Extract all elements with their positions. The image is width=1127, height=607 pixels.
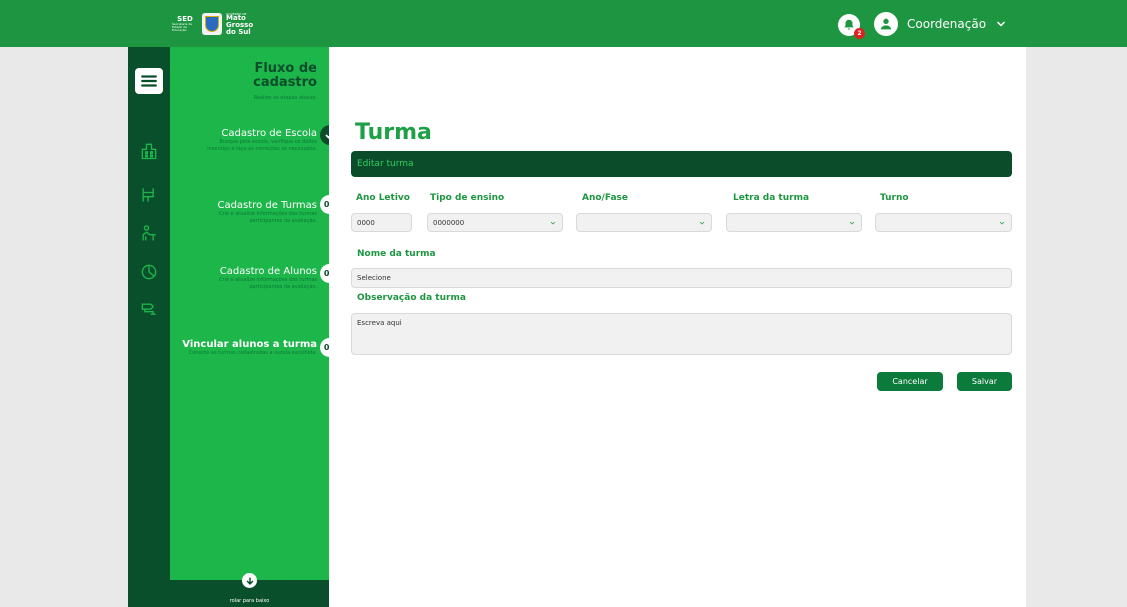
flow-subtitle: Realize as etapas abaixo. <box>253 95 317 101</box>
letra-turma-label: Letra da turma <box>733 193 810 203</box>
icon-rail <box>128 47 170 607</box>
chevron-down-icon <box>550 221 556 225</box>
ano-letivo-label: Ano Letivo <box>356 193 410 203</box>
chart-icon[interactable] <box>138 261 160 283</box>
menu-button[interactable] <box>135 68 163 94</box>
gov-name-text: Mato Grosso do Sul <box>226 14 254 36</box>
ano-letivo-input[interactable]: 0000 <box>351 213 412 232</box>
nome-turma-label: Nome da turma <box>357 249 436 259</box>
section-bar: Editar turma <box>351 151 1012 177</box>
school-icon[interactable] <box>138 140 160 162</box>
sed-logo: SED Secretaria de Estado de Educação <box>172 15 198 33</box>
nome-turma-input[interactable]: Selecione <box>351 268 1012 288</box>
save-button[interactable]: Salvar <box>957 372 1012 391</box>
ano-fase-select[interactable] <box>576 213 712 232</box>
chevron-down-icon <box>849 221 855 225</box>
sed-subtext: Secretaria de Estado de Educação <box>172 21 193 33</box>
step-alunos[interactable]: Cadastro de Alunos Crie e atualize infor… <box>187 266 317 291</box>
page-title: Turma <box>355 120 432 145</box>
nome-turma-value: Selecione <box>357 274 391 282</box>
chevron-down-icon <box>999 221 1005 225</box>
observacao-placeholder: Escreva aqui <box>357 319 402 327</box>
step-description: Conecte as turmas cadastradas a escola e… <box>188 350 317 356</box>
gov-logo: GOVERNO DE Mato Grosso do Sul <box>226 12 254 36</box>
user-menu[interactable]: Coordenação <box>874 12 1007 36</box>
tipo-ensino-label: Tipo de ensino <box>430 193 505 203</box>
user-icon <box>874 12 898 36</box>
step-turmas[interactable]: Cadastro de Turmas Crie e atualize infor… <box>187 200 317 225</box>
observacao-textarea[interactable]: Escreva aqui <box>351 313 1012 355</box>
notification-button[interactable]: 2 <box>838 14 865 39</box>
state-seal-icon <box>202 13 222 35</box>
observacao-label: Observação da turma <box>357 293 466 303</box>
scroll-label: rolar para baixo <box>229 598 270 604</box>
arrow-down-icon[interactable] <box>242 573 257 588</box>
ano-letivo-value: 0000 <box>357 218 375 227</box>
flow-panel: Fluxo de cadastro Realize as etapas abai… <box>170 47 329 607</box>
chevron-down-icon <box>997 21 1006 27</box>
menu-icon <box>141 75 157 87</box>
letra-turma-select[interactable] <box>726 213 862 232</box>
step-label: Vincular alunos a turma <box>182 339 317 350</box>
cancel-button[interactable]: Cancelar <box>877 372 943 391</box>
step-vincular[interactable]: Vincular alunos a turma Conecte as turma… <box>172 339 317 357</box>
step-escola[interactable]: Cadastro de Escola Busque pela escola, v… <box>197 128 317 153</box>
tipo-ensino-value: 0000000 <box>433 218 465 227</box>
user-name: Coordenação <box>907 17 987 31</box>
turno-label: Turno <box>880 193 909 203</box>
step-label: Cadastro de Alunos <box>219 266 317 277</box>
step-description: Crie e atualize informações das turmas p… <box>218 211 317 224</box>
flow-title: Fluxo de cadastro <box>253 61 317 90</box>
desk-icon[interactable] <box>138 184 160 206</box>
step-description: Busque pela escola, verifique os dados i… <box>207 139 317 152</box>
notification-badge: 2 <box>854 28 865 39</box>
logo: SED Secretaria de Estado de Educação GOV… <box>172 8 254 40</box>
ano-fase-label: Ano/Fase <box>582 193 628 203</box>
flow-icon[interactable] <box>138 299 160 321</box>
turno-select[interactable] <box>875 213 1012 232</box>
student-icon[interactable] <box>138 222 160 244</box>
tipo-ensino-select[interactable]: 0000000 <box>427 213 563 232</box>
chevron-down-icon <box>699 221 705 225</box>
step-label: Cadastro de Escola <box>221 128 317 139</box>
step-label: Cadastro de Turmas <box>217 200 317 211</box>
step-description: Crie e atualize informações das turmas p… <box>218 277 317 290</box>
